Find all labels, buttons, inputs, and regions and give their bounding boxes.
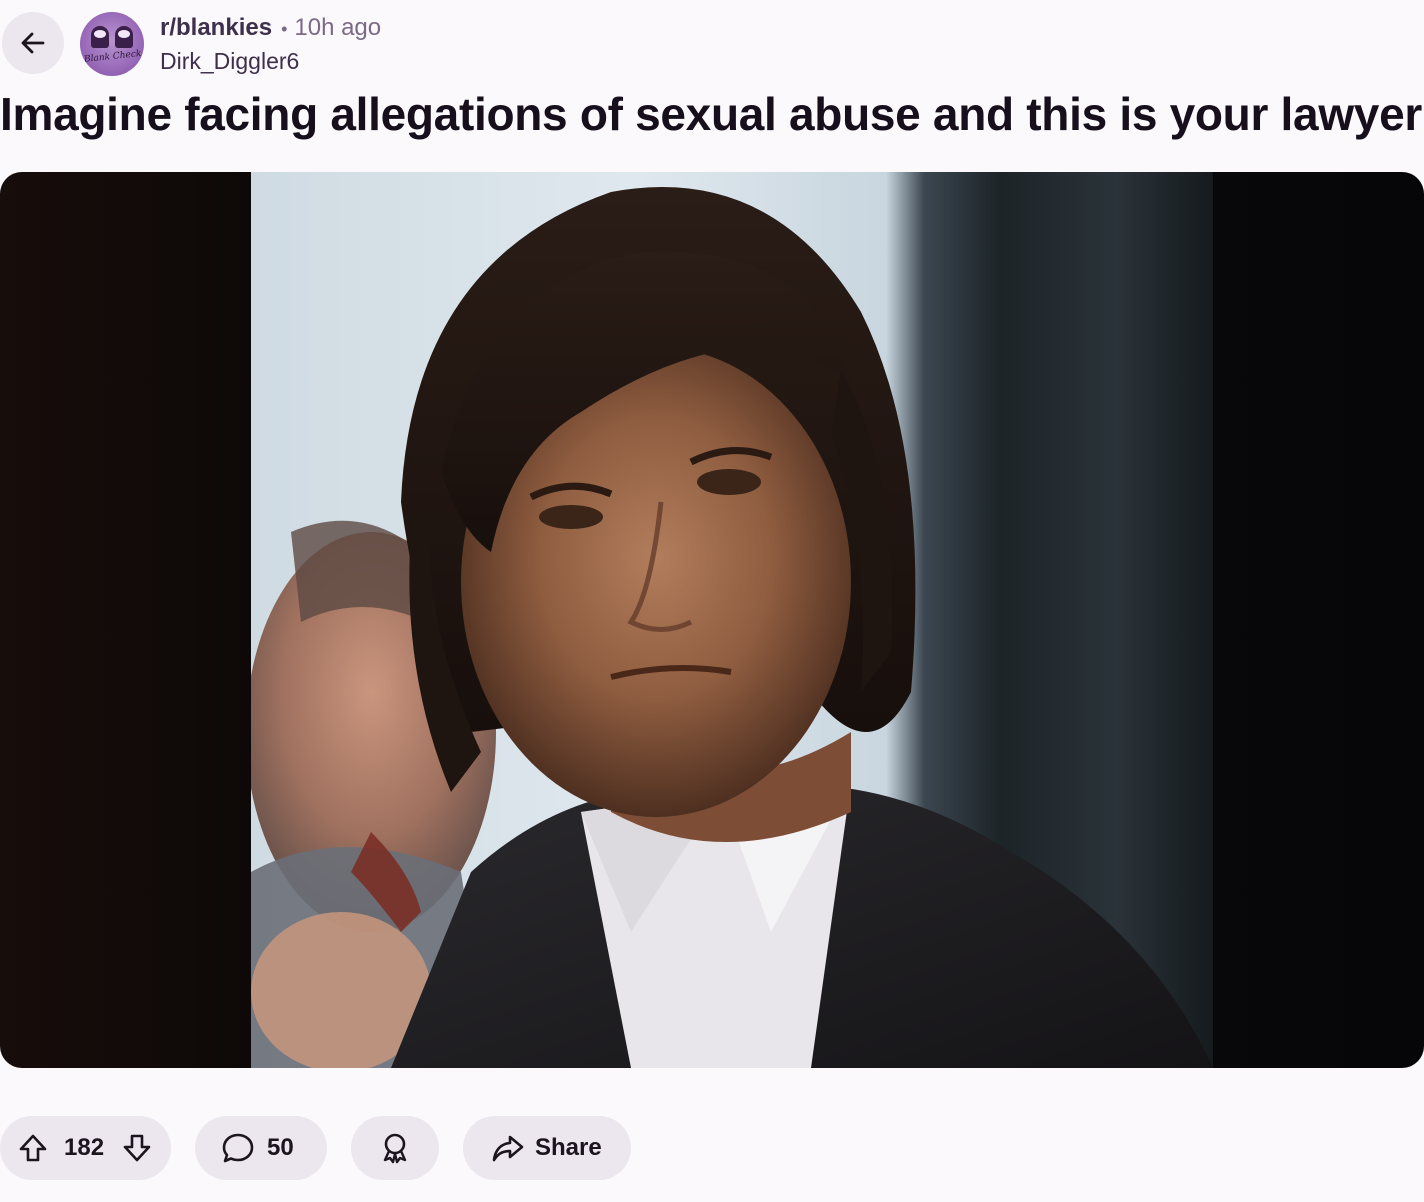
back-button[interactable] [2, 12, 64, 74]
award-button[interactable] [351, 1116, 439, 1180]
author-link[interactable]: Dirk_Diggler6 [160, 45, 381, 77]
share-arrow-icon [492, 1135, 524, 1162]
comment-count: 50 [267, 1134, 294, 1161]
arrow-down-icon[interactable] [120, 1131, 154, 1165]
meta-separator: • [281, 19, 288, 39]
cupcake-graphic [115, 26, 133, 48]
share-button[interactable]: Share [463, 1116, 631, 1180]
post-timestamp: 10h ago [294, 14, 382, 41]
post-meta: r/blankies • 10h ago Dirk_Diggler6 [160, 13, 381, 77]
subreddit-link[interactable]: r/blankies [160, 13, 272, 43]
subreddit-avatar[interactable]: Blank Check [80, 12, 144, 76]
post-actions: 182 50 Share [0, 1116, 1424, 1180]
post-header: Blank Check r/blankies • 10h ago Dirk_Di… [0, 0, 1424, 90]
post-image[interactable] [251, 172, 1213, 1068]
cupcake-graphic [91, 26, 109, 48]
arrow-left-icon [21, 32, 45, 54]
arrow-up-icon[interactable] [16, 1131, 50, 1165]
comments-button[interactable]: 50 [195, 1116, 327, 1180]
share-label: Share [535, 1134, 602, 1161]
photo-illustration [251, 187, 1213, 1068]
upvote-count: 182 [64, 1134, 105, 1161]
vote-control: 182 [0, 1116, 171, 1180]
post-image-container[interactable] [0, 172, 1424, 1068]
post-title: Imagine facing allegations of sexual abu… [0, 88, 1422, 140]
speech-bubble-icon [222, 1133, 254, 1163]
subreddit-logo-text: Blank Check [83, 48, 142, 65]
award-ribbon-icon [383, 1133, 407, 1164]
